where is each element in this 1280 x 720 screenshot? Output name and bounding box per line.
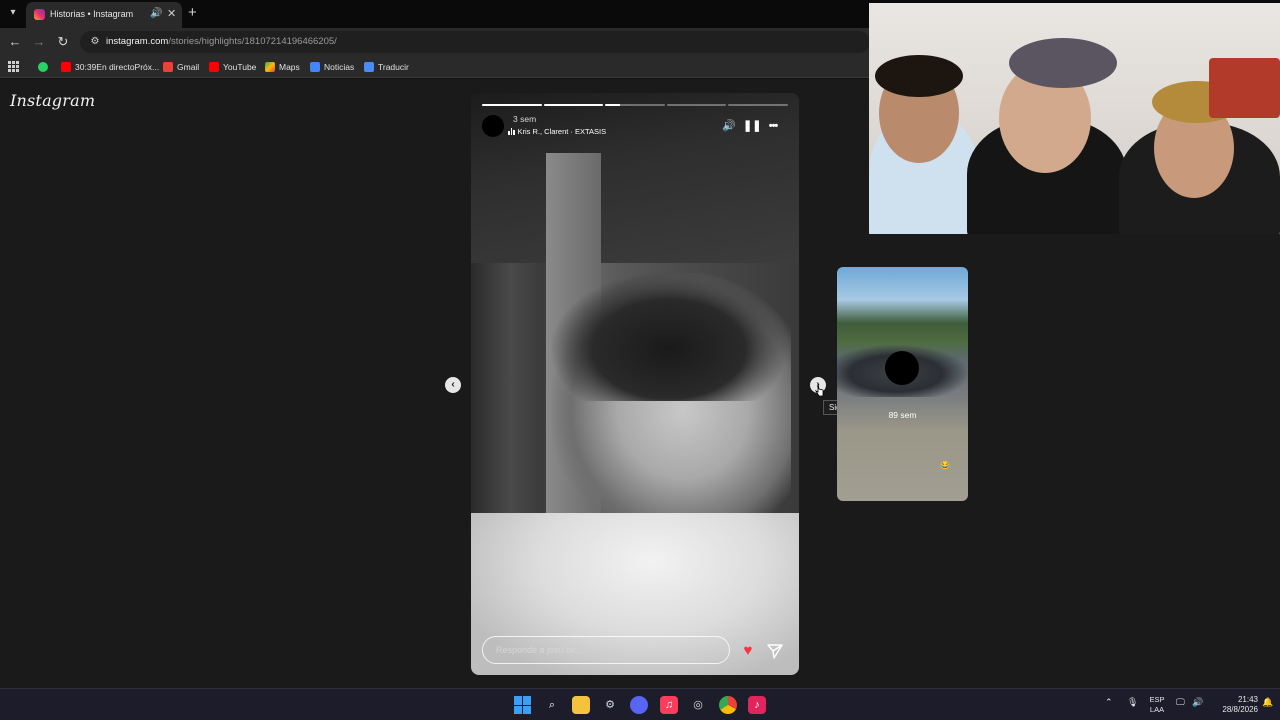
youtube-live-icon: [61, 62, 71, 72]
discord-icon[interactable]: [630, 696, 648, 714]
bookmark-label: Traducir: [378, 62, 409, 72]
progress-fill: [605, 104, 621, 106]
back-arrow-icon[interactable]: ←: [6, 33, 24, 51]
tiktok-icon[interactable]: ♪: [748, 696, 766, 714]
gmail-icon: [163, 62, 173, 72]
bookmark-label: 30:39En directoPróx...: [75, 62, 160, 72]
reply-input[interactable]: [483, 637, 729, 663]
story-photo-hair: [549, 271, 789, 401]
bookmark-youtube[interactable]: YouTube: [209, 60, 256, 74]
language-code: ESP: [1149, 695, 1165, 704]
instagram-favicon-icon: [34, 9, 45, 20]
tab-search-icon[interactable]: ▾: [6, 6, 20, 20]
webcam-person-middle-cap: [1009, 38, 1117, 88]
windows-start-icon[interactable]: [514, 696, 532, 714]
layout-code: LAA: [1149, 705, 1165, 714]
system-clock[interactable]: 21:43 28/8/2026: [1208, 695, 1258, 715]
settings-gear-icon[interactable]: ⚙: [601, 696, 619, 714]
music-title: Kris R., Clarent · EXTASIS: [517, 127, 607, 136]
progress-fill: [482, 104, 542, 106]
story-time: 3 sem: [513, 114, 537, 124]
apple-music-icon[interactable]: ♫: [660, 696, 678, 714]
forward-arrow-icon[interactable]: →: [30, 33, 48, 51]
address-bar[interactable]: ⚙ instagram.com/stories/highlights/18107…: [80, 31, 870, 53]
url-text[interactable]: instagram.com/stories/highlights/1810721…: [106, 36, 337, 47]
tab-close-icon[interactable]: ✕: [167, 7, 176, 20]
translate-icon: [364, 62, 374, 72]
browser-tab-active[interactable]: Historias • Instagram 🔊 ✕: [26, 2, 182, 28]
progress-segment: [482, 104, 542, 106]
bookmark-label: Maps: [279, 62, 300, 72]
tab-audio-icon[interactable]: 🔊: [150, 8, 162, 19]
windows-taskbar: ⌕ ⚙ ♫ ◎ ♪ ⌃ 🎙 ESP LAA 🖵 🔊 21:43 28/8/202…: [0, 688, 1280, 720]
keyboard-language[interactable]: ESP LAA: [1147, 695, 1167, 715]
more-options-icon[interactable]: •••: [765, 118, 781, 134]
clock-date: 28/8/2026: [1222, 705, 1258, 714]
url-path: /stories/highlights/18107214196466205/: [168, 36, 337, 47]
preview-time: 89 sem: [888, 410, 917, 420]
pause-icon[interactable]: ❚❚: [743, 118, 761, 134]
next-story-preview[interactable]: 89 sem 😂: [837, 267, 968, 501]
maps-icon: [265, 62, 275, 72]
previous-story-button[interactable]: ‹: [445, 377, 461, 393]
story-author-avatar[interactable]: [482, 115, 504, 137]
tab-title: Historias • Instagram: [50, 9, 134, 19]
news-icon: [310, 62, 320, 72]
bookmark-live[interactable]: 30:39En directoPróx...: [61, 60, 159, 74]
progress-segment: [543, 104, 604, 106]
clock-time: 21:43: [1237, 695, 1258, 704]
reload-icon[interactable]: ↻: [54, 33, 72, 51]
site-info-icon[interactable]: ⚙: [88, 35, 102, 49]
chrome-icon[interactable]: [719, 696, 737, 714]
screen: ▾ Historias • Instagram 🔊 ✕ + ← → ↻ ⚙ in…: [0, 0, 1280, 720]
bookmark-news[interactable]: Noticias: [310, 60, 354, 74]
bookmark-gmail[interactable]: Gmail: [163, 60, 199, 74]
search-icon[interactable]: ⌕: [543, 696, 561, 714]
tray-chevron-up-icon[interactable]: ⌃: [1105, 697, 1113, 708]
progress-segment: [728, 104, 788, 106]
bookmark-maps[interactable]: Maps: [265, 60, 300, 74]
volume-icon[interactable]: 🔊: [721, 118, 737, 134]
instagram-logo[interactable]: Instagram: [10, 91, 95, 110]
whatsapp-icon: [38, 62, 48, 72]
bookmark-label: Noticias: [324, 62, 355, 72]
story-progress-bar: [482, 104, 788, 106]
send-icon[interactable]: [766, 642, 784, 660]
mouse-cursor-icon: [814, 383, 825, 397]
bookmark-label: Gmail: [177, 62, 200, 72]
reply-box[interactable]: [482, 636, 730, 664]
bookmark-label: YouTube: [223, 62, 257, 72]
webcam-background-poster: [1209, 58, 1280, 118]
preview-author-avatar: [885, 351, 919, 385]
story-music-label[interactable]: Kris R., Clarent · EXTASIS: [508, 127, 606, 136]
music-bars-icon: [508, 128, 515, 135]
file-explorer-icon[interactable]: [572, 696, 590, 714]
webcam-overlay: [869, 3, 1280, 234]
progress-fill: [543, 104, 604, 106]
url-host: instagram.com: [106, 36, 169, 47]
youtube-icon: [209, 62, 219, 72]
progress-segment: [666, 104, 727, 106]
volume-tray-icon[interactable]: 🔊: [1192, 697, 1203, 708]
like-heart-icon[interactable]: ♥: [739, 642, 757, 660]
story-viewer[interactable]: 3 sem Kris R., Clarent · EXTASIS 🔊 ❚❚ ••…: [471, 93, 799, 675]
notification-icon[interactable]: 🔔: [1262, 697, 1273, 708]
apps-grid-icon[interactable]: [8, 61, 19, 72]
obs-icon[interactable]: ◎: [689, 696, 707, 714]
webcam-person-left-hair: [875, 55, 963, 97]
preview-emoji: 😂: [940, 461, 950, 470]
whatsapp-bookmark[interactable]: [38, 60, 48, 74]
bookmark-translate[interactable]: Traducir: [364, 60, 409, 74]
new-tab-plus-icon[interactable]: +: [188, 4, 197, 21]
progress-segment: [605, 104, 665, 106]
network-icon[interactable]: 🖵: [1176, 697, 1185, 708]
microphone-icon[interactable]: 🎙: [1127, 697, 1138, 708]
